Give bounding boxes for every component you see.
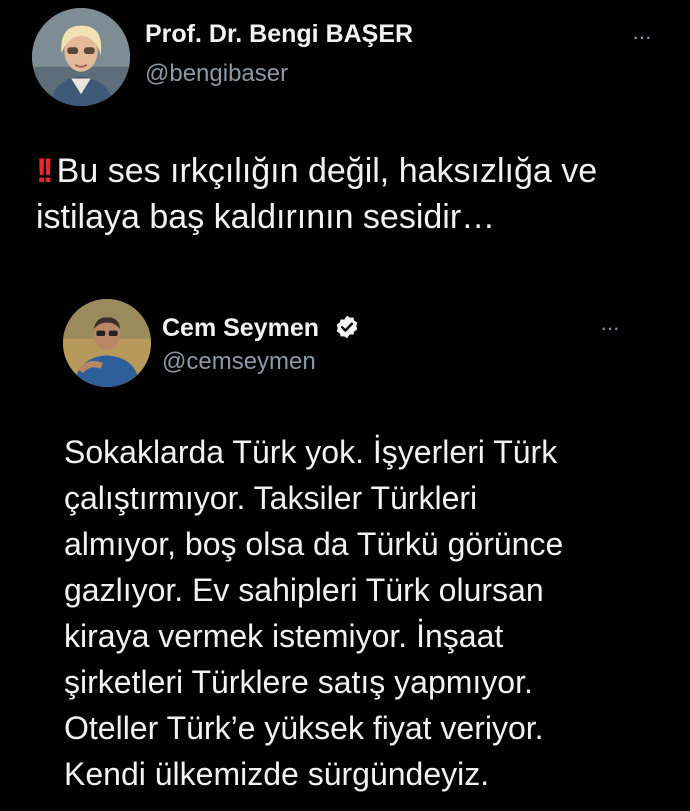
more-options-icon[interactable]: ··· [632,26,652,48]
author-avatar[interactable] [32,8,130,106]
quoted-author-avatar-image [63,299,151,387]
tweet-body: Bu ses ırkçılığın değil, haksızlığa ve i… [36,152,598,236]
double-exclamation-icon: !! [36,152,54,190]
quoted-text-line: kiraya vermek istemiyor. İnşaat [64,618,504,654]
quoted-text-line: çalıştırmıyor. Taksiler Türkleri [64,480,478,516]
tweet-screenshot: Prof. Dr. Bengi BAŞER @bengibaser ··· !!… [0,0,690,811]
quoted-text-line: Sokaklarda Türk yok. İşyerleri Türk [64,434,558,470]
quoted-text-line: Oteller Türk’e yüksek fiyat veriyor. [64,710,544,746]
quoted-text-line: almıyor, boş olsa da Türkü görünce [64,526,564,562]
verified-badge-icon [336,315,358,339]
quoted-text-line: şirketleri Türklere satış yapmıyor. [64,664,533,700]
quoted-author-avatar[interactable] [63,299,151,387]
quoted-text-line: gazlıyor. Ev sahipleri Türk olursan [64,572,544,608]
author-name[interactable]: Prof. Dr. Bengi BAŞER [145,20,413,49]
quoted-text-line: Kendi ülkemizde sürgündeyiz. [64,756,490,792]
quoted-tweet-text: Sokaklarda Türk yok. İşyerleri Türk çalı… [64,429,664,797]
tweet-text: !! Bu ses ırkçılığın değil, haksızlığa ve… [36,148,666,240]
author-avatar-image [32,8,130,106]
author-handle[interactable]: @bengibaser [145,60,288,88]
quoted-author-name[interactable]: Cem Seymen [162,314,319,343]
quoted-author-handle[interactable]: @cemseymen [162,348,316,376]
quoted-more-options-icon[interactable]: ··· [600,317,620,339]
